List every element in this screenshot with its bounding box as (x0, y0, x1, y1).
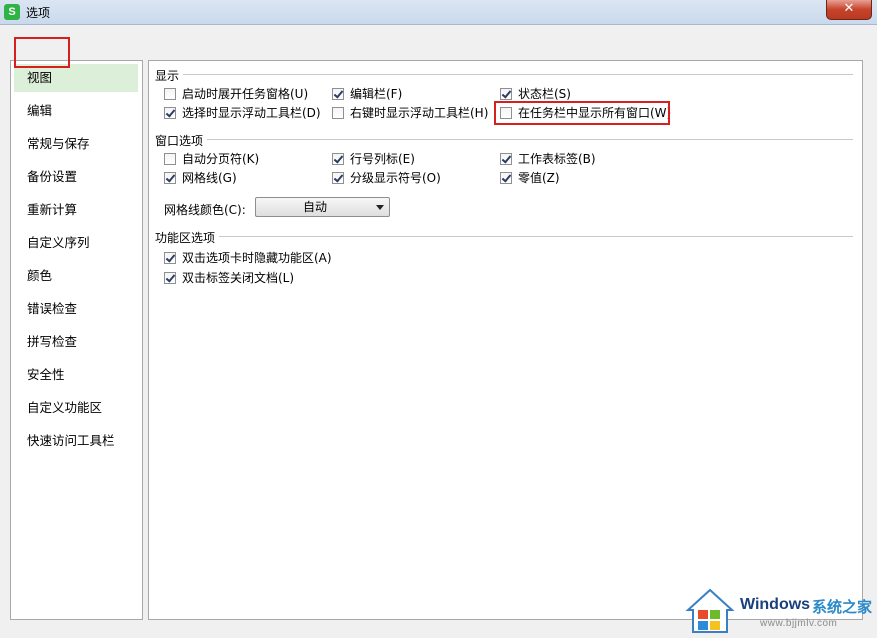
title-bar: S 选项 ✕ (0, 0, 877, 25)
app-icon: S (4, 4, 20, 20)
sidebar-item-security[interactable]: 安全性 (14, 361, 138, 389)
sidebar: 视图 编辑 常规与保存 备份设置 重新计算 自定义序列 颜色 错误检查 拼写检查… (10, 60, 143, 620)
option-label: 自动分页符(K) (182, 152, 260, 166)
checkbox-checked[interactable] (164, 252, 176, 264)
option-label: 行号列标(E) (350, 152, 415, 166)
sidebar-item-quick-access[interactable]: 快速访问工具栏 (14, 427, 138, 455)
option-status-bar[interactable]: 状态栏(S) (500, 86, 571, 102)
section-divider (207, 139, 853, 140)
sidebar-item-backup[interactable]: 备份设置 (14, 163, 138, 191)
checkbox-checked[interactable] (332, 172, 344, 184)
option-formula-bar[interactable]: 编辑栏(F) (332, 86, 402, 102)
option-label: 网格线(G) (182, 171, 237, 185)
checkbox-checked[interactable] (500, 172, 512, 184)
option-auto-page-break[interactable]: 自动分页符(K) (164, 151, 259, 167)
option-label: 右键时显示浮动工具栏(H) (350, 106, 489, 120)
option-label: 分级显示符号(O) (350, 171, 441, 185)
checkbox-checked[interactable] (332, 153, 344, 165)
checkbox-checked[interactable] (500, 88, 512, 100)
option-label: 启动时展开任务窗格(U) (182, 87, 309, 101)
option-row-col-headers[interactable]: 行号列标(E) (332, 151, 415, 167)
section-title-window-options: 窗口选项 (155, 134, 204, 148)
gridline-color-select[interactable]: 自动 (255, 197, 390, 217)
highlight-box-taskbar-option (494, 101, 670, 125)
checkbox[interactable] (164, 88, 176, 100)
sidebar-item-error-check[interactable]: 错误检查 (14, 295, 138, 323)
section-divider (183, 74, 853, 75)
sidebar-item-view[interactable]: 视图 (14, 64, 138, 92)
sidebar-item-recalculate[interactable]: 重新计算 (14, 196, 138, 224)
option-label: 状态栏(S) (518, 87, 571, 101)
option-float-toolbar-select[interactable]: 选择时显示浮动工具栏(D) (164, 105, 321, 121)
option-label: 选择时显示浮动工具栏(D) (182, 106, 321, 120)
gridline-color-value: 自动 (302, 200, 327, 214)
window-title: 选项 (26, 6, 51, 20)
checkbox-checked[interactable] (164, 107, 176, 119)
watermark-brand: Windows (740, 596, 811, 613)
highlight-box-view (14, 37, 70, 68)
section-divider (219, 236, 853, 237)
sidebar-item-edit[interactable]: 编辑 (14, 97, 138, 125)
checkbox-checked[interactable] (332, 88, 344, 100)
option-expand-task-pane[interactable]: 启动时展开任务窗格(U) (164, 86, 308, 102)
dropdown-arrow-icon (376, 205, 384, 210)
checkbox[interactable] (332, 107, 344, 119)
option-label: 零值(Z) (518, 171, 560, 185)
option-dblclick-close-doc[interactable]: 双击标签关闭文档(L) (164, 270, 294, 286)
sidebar-item-spell-check[interactable]: 拼写检查 (14, 328, 138, 356)
dialog-body: 视图 编辑 常规与保存 备份设置 重新计算 自定义序列 颜色 错误检查 拼写检查… (0, 25, 877, 638)
option-gridlines[interactable]: 网格线(G) (164, 170, 237, 186)
watermark: Windows 系统之家 www.bjjmlv.com (680, 584, 877, 638)
checkbox-checked[interactable] (164, 272, 176, 284)
option-label: 编辑栏(F) (350, 87, 403, 101)
sidebar-item-colors[interactable]: 颜色 (14, 262, 138, 290)
options-panel: 显示 启动时展开任务窗格(U) 编辑栏(F) 状态栏(S) 选择时显示浮动工具栏… (148, 60, 863, 620)
checkbox-checked[interactable] (500, 153, 512, 165)
checkbox[interactable] (164, 153, 176, 165)
sidebar-item-custom-lists[interactable]: 自定义序列 (14, 229, 138, 257)
watermark-url: www.bjjmlv.com (760, 618, 838, 629)
close-button[interactable]: ✕ (826, 0, 872, 20)
gridline-color-label: 网格线颜色(C): (164, 203, 246, 217)
checkbox-checked[interactable] (164, 172, 176, 184)
option-label: 工作表标签(B) (518, 152, 596, 166)
option-dblclick-hide-ribbon[interactable]: 双击选项卡时隐藏功能区(A) (164, 250, 332, 266)
option-zero-values[interactable]: 零值(Z) (500, 170, 560, 186)
sidebar-item-general-save[interactable]: 常规与保存 (14, 130, 138, 158)
section-title-ribbon-options: 功能区选项 (155, 231, 216, 245)
sidebar-item-custom-ribbon[interactable]: 自定义功能区 (14, 394, 138, 422)
watermark-cn-text: 系统之家 (812, 598, 873, 616)
option-outline-symbols[interactable]: 分级显示符号(O) (332, 170, 441, 186)
option-label: 双击选项卡时隐藏功能区(A) (182, 251, 332, 265)
option-float-toolbar-rightclick[interactable]: 右键时显示浮动工具栏(H) (332, 105, 488, 121)
option-label: 双击标签关闭文档(L) (182, 271, 295, 285)
option-sheet-tabs[interactable]: 工作表标签(B) (500, 151, 596, 167)
windows-logo-icon (685, 588, 735, 633)
section-title-display: 显示 (155, 69, 180, 83)
